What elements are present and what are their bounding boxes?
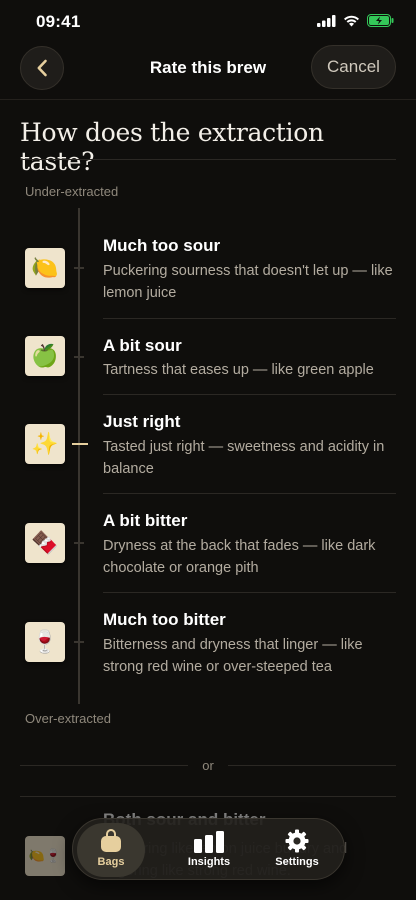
option-title: Just right: [103, 412, 181, 431]
scale-track: [78, 208, 80, 704]
wifi-icon: [344, 15, 359, 26]
option-title: Much too bitter: [103, 610, 226, 629]
status-icons: [317, 14, 394, 27]
lemon-wine-icon: 🍋🍷: [25, 836, 65, 876]
option-title: A bit sour: [103, 336, 182, 355]
divider: [103, 318, 396, 319]
selected-indicator: [72, 443, 88, 445]
divider: [103, 493, 396, 494]
navigation-bar: Rate this brew Cancel: [0, 44, 416, 100]
divider: [20, 796, 396, 797]
divider: [103, 394, 396, 395]
option-description: Tartness that eases up — like green appl…: [103, 362, 374, 378]
tab-bags[interactable]: Bags: [77, 823, 145, 877]
green-apple-icon: 🍏: [25, 336, 65, 376]
tab-insights[interactable]: Insights: [175, 823, 243, 877]
scale-tick: [74, 542, 84, 544]
bag-icon: [101, 829, 121, 852]
scale-tick: [74, 356, 84, 358]
lemon-icon: 🍋: [25, 248, 65, 288]
tab-label: Bags: [97, 856, 125, 868]
scale-bottom-label: Over-extracted: [25, 711, 111, 726]
bar-chart-icon: [194, 831, 224, 853]
divider: [103, 592, 396, 593]
cancel-button[interactable]: Cancel: [311, 45, 396, 89]
cellular-signal-icon: [317, 14, 336, 27]
question-heading: How does the extraction taste?: [20, 118, 324, 176]
red-wine-icon: 🍷: [25, 622, 65, 662]
scale-tick: [74, 641, 84, 643]
or-divider: or: [20, 758, 396, 773]
option-description: Dryness at the back that fades — like da…: [103, 538, 376, 576]
option-title: A bit bitter: [103, 511, 188, 530]
tab-bar: Bags Insights Settings: [72, 818, 345, 880]
status-time: 09:41: [36, 12, 81, 31]
option-description: Puckering sourness that doesn't let up —…: [103, 263, 393, 301]
tab-settings[interactable]: Settings: [263, 823, 331, 877]
tab-label: Settings: [275, 856, 319, 868]
scale-top-label: Under-extracted: [25, 184, 119, 199]
option-description: Bitterness and dryness that linger — lik…: [103, 637, 363, 675]
option-description: Tasted just right — sweetness and acidit…: [103, 439, 385, 477]
status-bar: 09:41: [0, 0, 416, 44]
divider-line: [228, 765, 396, 766]
scale-tick: [74, 267, 84, 269]
tab-label: Insights: [187, 856, 231, 868]
divider: [20, 159, 396, 160]
gear-icon: [285, 829, 309, 853]
option-title: Much too sour: [103, 236, 221, 255]
sparkles-icon: ✨: [25, 424, 65, 464]
chocolate-icon: 🍫: [25, 523, 65, 563]
battery-charging-icon: [367, 14, 394, 27]
